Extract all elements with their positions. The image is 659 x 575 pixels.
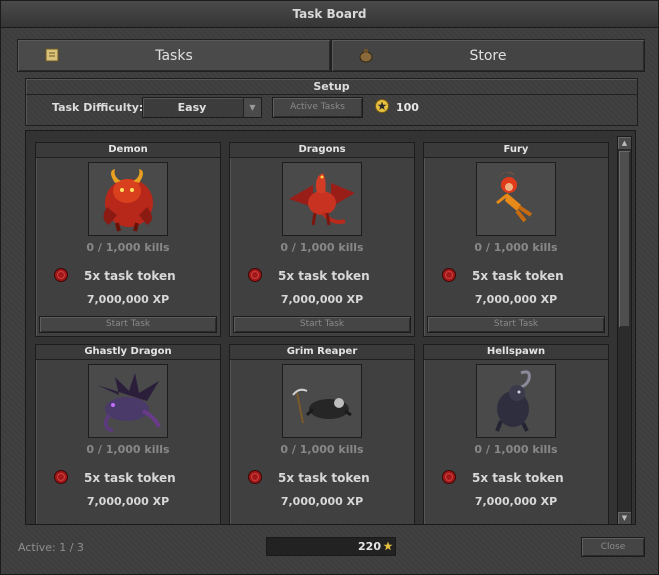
tab-store[interactable]: Store — [331, 39, 645, 72]
token-count: 100 — [396, 101, 419, 114]
reward-text: 5x task token — [472, 471, 564, 485]
reward-text: 5x task token — [472, 269, 564, 283]
kill-progress: 0 / 1,000 kills — [280, 241, 364, 254]
task-name: Demon — [36, 143, 220, 158]
hellspawn-portrait — [476, 364, 556, 438]
task-name: Fury — [424, 143, 608, 158]
ghastly-dragon-icon — [97, 373, 161, 433]
xp-reward: 7,000,000 XP — [86, 495, 170, 508]
token-balance: 220 — [266, 537, 396, 556]
start-task-button[interactable]: Start Task — [427, 316, 605, 333]
tasks-scrollbar[interactable]: ▲ ▼ — [617, 136, 632, 525]
tab-tasks-label: Tasks — [155, 48, 193, 64]
reward-text: 5x task token — [278, 471, 370, 485]
fury-portrait — [476, 162, 556, 236]
task-token-icon — [248, 470, 262, 484]
task-token-icon — [54, 470, 68, 484]
active-tasks-button[interactable]: Active Tasks — [272, 97, 363, 118]
close-button[interactable]: Close — [581, 537, 645, 557]
dragon-icon — [289, 173, 355, 226]
ghastly-dragon-portrait — [88, 364, 168, 438]
reward-text: 5x task token — [84, 471, 176, 485]
tab-store-label: Store — [469, 48, 507, 64]
tab-bar: Tasks Store — [17, 39, 645, 72]
scroll-down-icon[interactable]: ▼ — [618, 512, 631, 524]
xp-reward: 7,000,000 XP — [474, 293, 558, 306]
star-icon — [375, 99, 389, 113]
kill-progress: 0 / 1,000 kills — [474, 241, 558, 254]
scroll-up-icon[interactable]: ▲ — [618, 137, 631, 149]
token-balance-value: 220 — [358, 540, 381, 553]
scrollbar-thumb[interactable] — [619, 151, 630, 327]
task-card-hellspawn: Hellspawn 0 / 1,000 kills 5x task token … — [423, 344, 609, 524]
xp-reward: 7,000,000 XP — [280, 293, 364, 306]
tasks-list: Demon 0 / 1,000 kills 5x task token 7,00… — [25, 130, 636, 525]
task-board-window: Task Board Tasks Store Setup Task Diffic… — [0, 0, 659, 575]
task-difficulty-label: Task Difficulty: — [52, 101, 144, 114]
task-token-icon — [442, 470, 456, 484]
task-token-icon — [54, 268, 68, 282]
reward-text: 5x task token — [84, 269, 176, 283]
dragons-portrait — [282, 162, 362, 236]
xp-reward: 7,000,000 XP — [280, 495, 364, 508]
star-icon — [383, 541, 393, 551]
start-task-button[interactable]: Start Task — [39, 316, 217, 333]
xp-reward: 7,000,000 XP — [474, 495, 558, 508]
task-card-demon: Demon 0 / 1,000 kills 5x task token 7,00… — [35, 142, 221, 337]
xp-reward: 7,000,000 XP — [86, 293, 170, 306]
task-name: Hellspawn — [424, 345, 608, 360]
setup-title: Setup — [26, 79, 637, 95]
task-name: Ghastly Dragon — [36, 345, 220, 360]
task-name: Dragons — [230, 143, 414, 158]
fury-icon — [496, 172, 533, 223]
demon-icon — [103, 169, 153, 232]
task-name: Grim Reaper — [230, 345, 414, 360]
kill-progress: 0 / 1,000 kills — [280, 443, 364, 456]
task-token-icon — [442, 268, 456, 282]
start-task-button[interactable]: Start Task — [233, 316, 411, 333]
hellspawn-icon — [495, 370, 531, 432]
task-card-grim-reaper: Grim Reaper 0 / 1,000 kills 5x task toke… — [229, 344, 415, 524]
grim-reaper-icon — [292, 388, 352, 424]
setup-row: Task Difficulty: Easy ▼ Active Tasks 100 — [26, 96, 637, 123]
task-card-dragons: Dragons 0 / 1,000 kills 5x task token 7,… — [229, 142, 415, 337]
grim-reaper-portrait — [282, 364, 362, 438]
task-card-fury: Fury 0 / 1,000 kills 5x task token 7,000… — [423, 142, 609, 337]
demon-portrait — [88, 162, 168, 236]
task-token-icon — [248, 268, 262, 282]
setup-panel: Setup Task Difficulty: Easy ▼ Active Tas… — [25, 78, 638, 126]
kill-progress: 0 / 1,000 kills — [86, 443, 170, 456]
task-card-ghastly-dragon: Ghastly Dragon 0 / 1,000 kills 5x task t… — [35, 344, 221, 524]
reward-text: 5x task token — [278, 269, 370, 283]
task-difficulty-value: Easy — [177, 101, 207, 114]
footer: Active: 1 / 3 220 Close — [1, 528, 658, 574]
chevron-down-icon[interactable]: ▼ — [243, 98, 261, 117]
kill-progress: 0 / 1,000 kills — [474, 443, 558, 456]
task-difficulty-select[interactable]: Easy ▼ — [142, 97, 262, 118]
active-task-count: Active: 1 / 3 — [18, 541, 84, 554]
window-title: Task Board — [1, 1, 658, 28]
tab-tasks[interactable]: Tasks — [17, 39, 331, 72]
kill-progress: 0 / 1,000 kills — [86, 241, 170, 254]
